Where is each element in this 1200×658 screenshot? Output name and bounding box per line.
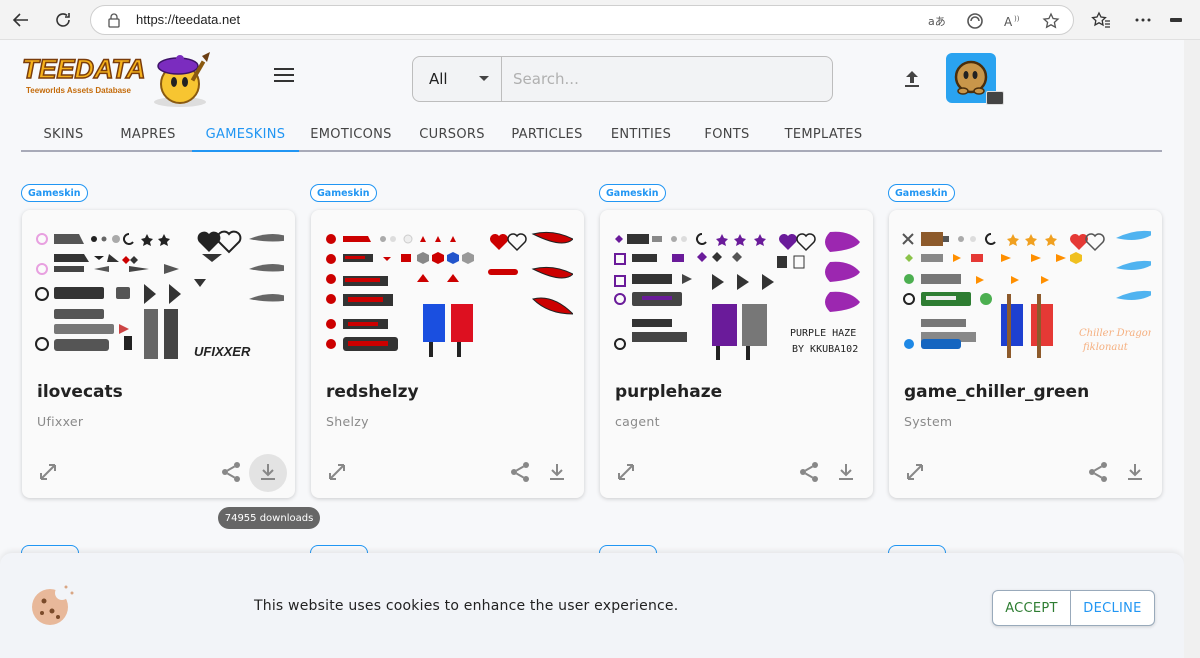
more-icon[interactable] (1131, 8, 1155, 32)
search-input[interactable] (513, 67, 813, 91)
card-title[interactable]: ilovecats (37, 382, 123, 402)
art-text: Chiller Dragon (1079, 328, 1151, 339)
download-icon[interactable] (545, 460, 569, 484)
share-icon[interactable] (1086, 460, 1110, 484)
minimize-icon[interactable] (1164, 8, 1188, 32)
address-bar[interactable]: https://teedata.net aあ A)) (90, 5, 1074, 35)
gameskin-chip (21, 545, 79, 553)
tab-mapres[interactable]: MAPRES (109, 118, 187, 150)
gameskin-chip (599, 545, 657, 553)
share-icon[interactable] (797, 460, 821, 484)
card-author[interactable]: System (904, 414, 952, 429)
art-text-secondary: fiklonaut (1082, 342, 1129, 353)
menu-icon[interactable] (274, 68, 294, 84)
gameskin-card[interactable]: redshelzy Shelzy (311, 210, 584, 498)
svg-text:)): )) (1014, 15, 1020, 23)
card-title[interactable]: redshelzy (326, 382, 419, 402)
tee-mascot-icon (154, 52, 210, 107)
download-icon[interactable] (1123, 460, 1147, 484)
gameskin-chip[interactable]: Gameskin (21, 184, 88, 202)
art-text-secondary: BY KKUBA102 (792, 344, 858, 355)
card-author[interactable]: cagent (615, 414, 660, 429)
card-author[interactable]: Shelzy (326, 414, 369, 429)
card-author[interactable]: Ufixxer (37, 414, 83, 429)
card-title[interactable]: game_chiller_green (904, 382, 1089, 402)
tab-emoticons[interactable]: EMOTICONS (306, 118, 396, 150)
art-text: UFIXXER (194, 344, 251, 359)
art-text: PURPLE HAZE (790, 328, 856, 339)
logo-wordmark: TEEDATA (21, 53, 146, 85)
category-select-value: All (429, 70, 448, 88)
refresh-icon[interactable] (51, 8, 75, 32)
page-scrollbar[interactable] (1184, 40, 1200, 658)
tab-templates[interactable]: TEMPLATES (776, 118, 871, 150)
favorites-icon[interactable] (1089, 8, 1113, 32)
user-avatar[interactable] (946, 53, 1004, 105)
gameskin-preview (326, 231, 573, 357)
upload-icon[interactable] (901, 68, 923, 90)
translate-icon[interactable]: aあ (927, 11, 947, 31)
reader-icon[interactable] (965, 11, 985, 31)
search-bar: All (412, 56, 833, 102)
cookie-banner: This website uses cookies to enhance the… (0, 553, 1184, 658)
card-title[interactable]: purplehaze (615, 382, 722, 402)
accept-button[interactable]: ACCEPT (993, 591, 1071, 625)
camera-icon (986, 91, 1004, 105)
gameskin-chip[interactable]: Gameskin (599, 184, 666, 202)
expand-icon[interactable] (903, 460, 927, 484)
cookie-button-group: ACCEPT DECLINE (992, 590, 1155, 626)
favorite-star-icon[interactable] (1041, 11, 1061, 31)
gameskin-card[interactable]: UFIXXER ilovecats Ufixxer (22, 210, 295, 498)
category-select[interactable]: All (413, 57, 502, 101)
cookie-icon (32, 585, 74, 625)
svg-text:aあ: aあ (928, 15, 946, 28)
chevron-down-icon (479, 76, 489, 81)
expand-icon[interactable] (614, 460, 638, 484)
tab-particles[interactable]: PARTICLES (505, 118, 589, 150)
cookie-message: This website uses cookies to enhance the… (254, 598, 679, 614)
gameskin-chip (310, 545, 368, 553)
gameskin-preview: PURPLE HAZE BY KKUBA102 (614, 231, 860, 360)
expand-icon[interactable] (36, 460, 60, 484)
tab-fonts[interactable]: FONTS (696, 118, 758, 150)
back-icon[interactable] (9, 8, 33, 32)
gameskin-chip (888, 545, 946, 553)
tab-gameskins[interactable]: GAMESKINS (192, 118, 299, 152)
teedata-logo[interactable]: TEEDATA Teeworlds Assets Database (18, 52, 213, 108)
expand-icon[interactable] (325, 460, 349, 484)
decline-button[interactable]: DECLINE (1071, 591, 1154, 625)
gameskin-chip[interactable]: Gameskin (310, 184, 377, 202)
tab-entities[interactable]: ENTITIES (604, 118, 678, 150)
category-tabs: SKINS MAPRES GAMESKINS EMOTICONS CURSORS… (21, 118, 1162, 152)
gameskin-preview: Chiller Dragon fiklonaut (902, 230, 1151, 358)
svg-text:A: A (1004, 15, 1013, 28)
download-icon[interactable] (256, 460, 280, 484)
app-header: TEEDATA Teeworlds Assets Database All (0, 40, 1184, 118)
gameskin-card[interactable]: PURPLE HAZE BY KKUBA102 purplehaze cagen… (600, 210, 873, 498)
gameskin-chip[interactable]: Gameskin (888, 184, 955, 202)
lock-icon (108, 13, 120, 28)
read-aloud-icon[interactable]: A)) (1003, 11, 1023, 31)
downloads-tooltip: 74955 downloads (218, 507, 320, 529)
tab-cursors[interactable]: CURSORS (413, 118, 491, 150)
gameskin-preview: UFIXXER (35, 230, 284, 359)
share-icon[interactable] (219, 460, 243, 484)
url-text: https://teedata.net (136, 12, 241, 27)
gameskin-card[interactable]: Chiller Dragon fiklonaut game_chiller_gr… (889, 210, 1162, 498)
browser-toolbar: https://teedata.net aあ A)) (0, 0, 1200, 40)
tab-skins[interactable]: SKINS (31, 118, 96, 150)
download-icon[interactable] (834, 460, 858, 484)
logo-tagline: Teeworlds Assets Database (26, 86, 131, 95)
share-icon[interactable] (508, 460, 532, 484)
